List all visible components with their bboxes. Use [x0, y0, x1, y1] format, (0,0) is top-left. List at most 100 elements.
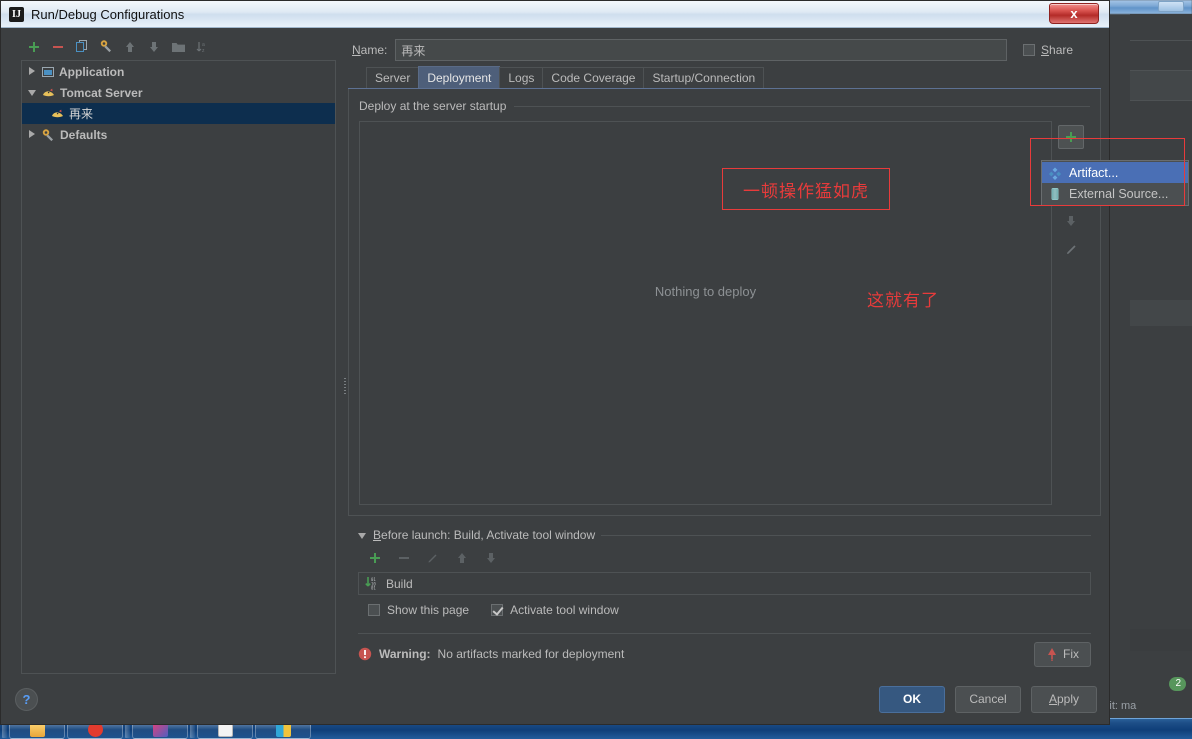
activate-tool-window-checkbox[interactable]: [491, 604, 504, 616]
menu-item-label: Artifact...: [1069, 165, 1119, 180]
help-button[interactable]: ?: [15, 687, 38, 711]
tree-item-label: Application: [59, 64, 125, 79]
tree-item-label: Defaults: [60, 127, 108, 142]
show-this-page-label: Show this page: [387, 603, 470, 617]
ok-button[interactable]: OK: [879, 685, 945, 713]
tab-deployment[interactable]: Deployment: [418, 66, 501, 88]
tree-item-defaults[interactable]: Defaults: [22, 124, 335, 145]
tab-logs[interactable]: Logs: [499, 67, 544, 88]
annotation-box-1: 一顿操作猛如虎: [722, 168, 890, 210]
wrench-icon: [41, 128, 56, 142]
notification-badge[interactable]: 2: [1169, 677, 1186, 691]
configuration-editor-pane: Name: Share Server Deployment Logs Code …: [348, 28, 1109, 674]
configurations-toolbar[interactable]: a z: [1, 34, 342, 60]
tomcat-icon: [41, 86, 56, 100]
dialog-title: Run/Debug Configurations: [31, 6, 185, 22]
restore-window-button[interactable]: [1158, 1, 1184, 12]
menu-item-label: External Source...: [1069, 186, 1169, 201]
share-checkbox[interactable]: [1023, 44, 1035, 56]
cancel-button[interactable]: Cancel: [955, 685, 1021, 713]
task-move-up-button[interactable]: [451, 548, 473, 568]
tree-item-application[interactable]: Application: [22, 61, 335, 82]
before-launch-title: Before launch: Build, Activate tool wind…: [373, 528, 596, 542]
wrench-icon[interactable]: [95, 37, 117, 57]
name-label: Name:: [352, 43, 388, 57]
tomcat-icon: [50, 107, 65, 121]
chevron-right-icon[interactable]: [28, 130, 37, 139]
edit-task-button[interactable]: [422, 548, 444, 568]
splitter-grip-icon[interactable]: [344, 378, 346, 394]
name-row: Name: Share: [348, 34, 1101, 66]
configuration-tabs[interactable]: Server Deployment Logs Code Coverage Sta…: [348, 66, 1101, 88]
intellij-idea-icon: IJ: [9, 6, 24, 22]
add-task-button[interactable]: [364, 548, 386, 568]
copy-icon[interactable]: [71, 37, 93, 57]
before-launch-header[interactable]: Before launch: Build, Activate tool wind…: [358, 526, 1091, 544]
empty-state-label: Nothing to deploy: [654, 284, 757, 299]
sort-alpha-icon[interactable]: a z: [191, 37, 213, 57]
move-down-artifact-button[interactable]: [1058, 209, 1084, 233]
activate-tool-window-row[interactable]: Activate tool window: [491, 603, 619, 617]
configurations-tree[interactable]: Application Tomcat Server 再来 Defaults: [21, 60, 336, 674]
share-label: Share: [1041, 43, 1074, 57]
run-debug-configurations-dialog: IJ Run/Debug Configurations x a z Applic…: [0, 0, 1110, 725]
arrow-down-icon[interactable]: [143, 37, 165, 57]
before-launch-divider: [601, 534, 1091, 536]
chevron-right-icon[interactable]: [28, 67, 37, 76]
arrow-up-icon[interactable]: [119, 37, 141, 57]
warning-message: No artifacts marked for deployment: [437, 647, 625, 661]
tab-code-coverage[interactable]: Code Coverage: [542, 67, 645, 88]
external-source-icon: [1048, 187, 1062, 201]
tree-item-zailai[interactable]: 再来: [22, 103, 335, 124]
menu-item-external-source[interactable]: External Source...: [1042, 183, 1188, 204]
add-configuration-button[interactable]: [23, 37, 45, 57]
fix-button[interactable]: Fix: [1034, 641, 1091, 667]
tab-startup-connection[interactable]: Startup/Connection: [643, 67, 765, 88]
artifact-icon: [1048, 166, 1062, 180]
deploy-legend-label: Deploy at the server startup: [359, 99, 507, 113]
remove-task-button[interactable]: [393, 548, 415, 568]
close-icon[interactable]: x: [1049, 3, 1099, 24]
task-move-down-button[interactable]: [480, 548, 502, 568]
before-launch-toolbar[interactable]: [358, 544, 1091, 572]
share-checkbox-row[interactable]: Share: [1015, 43, 1101, 57]
annotation-text-2: 这就有了: [867, 291, 939, 310]
dialog-split: a z Application Tomcat Server 再来 Default…: [1, 28, 1109, 674]
configurations-left-pane: a z Application Tomcat Server 再来 Default…: [1, 28, 342, 674]
apply-button[interactable]: Apply: [1031, 685, 1097, 713]
tree-item-label: Tomcat Server: [60, 85, 143, 100]
remove-configuration-button[interactable]: [47, 37, 69, 57]
folder-icon[interactable]: [167, 37, 189, 57]
tab-server[interactable]: Server: [366, 67, 420, 88]
dialog-body: a z Application Tomcat Server 再来 Default…: [1, 28, 1109, 724]
before-launch-section: Before launch: Build, Activate tool wind…: [348, 516, 1101, 625]
show-this-page-row[interactable]: Show this page: [368, 603, 469, 617]
build-icon: 01 10 01: [364, 576, 380, 591]
warning-icon: [1046, 647, 1058, 661]
deployment-panel: Deploy at the server startup Nothing to …: [348, 89, 1101, 516]
before-launch-task-row[interactable]: 01 10 01 Build: [358, 572, 1091, 595]
dialog-titlebar[interactable]: IJ Run/Debug Configurations x: [1, 1, 1109, 28]
fix-button-label: Fix: [1063, 647, 1079, 661]
add-deployment-popup-menu[interactable]: Artifact... External Source...: [1041, 160, 1189, 206]
show-this-page-checkbox[interactable]: [368, 604, 380, 616]
chevron-down-icon[interactable]: [358, 531, 367, 540]
edit-artifact-button[interactable]: [1058, 237, 1084, 261]
task-label: Build: [386, 576, 413, 591]
add-artifact-button[interactable]: [1058, 125, 1084, 149]
svg-text:01: 01: [371, 586, 376, 591]
ide-right-strip: [1130, 14, 1192, 739]
legend-divider: [514, 105, 1090, 107]
activate-tool-window-label: Activate tool window: [510, 603, 619, 617]
application-icon: [41, 65, 55, 79]
menu-item-artifact[interactable]: Artifact...: [1042, 162, 1188, 183]
chevron-down-icon[interactable]: [28, 88, 37, 97]
before-launch-checkboxes[interactable]: Show this page Activate tool window: [358, 595, 1091, 625]
tree-item-tomcat-server[interactable]: Tomcat Server: [22, 82, 335, 103]
pane-splitter[interactable]: [342, 28, 348, 674]
svg-text:z: z: [202, 48, 205, 54]
name-input[interactable]: [395, 39, 1007, 61]
deployment-list[interactable]: Nothing to deploy: [359, 121, 1052, 505]
warning-icon: [358, 647, 372, 661]
dialog-footer: ? OK Cancel Apply: [1, 674, 1109, 724]
